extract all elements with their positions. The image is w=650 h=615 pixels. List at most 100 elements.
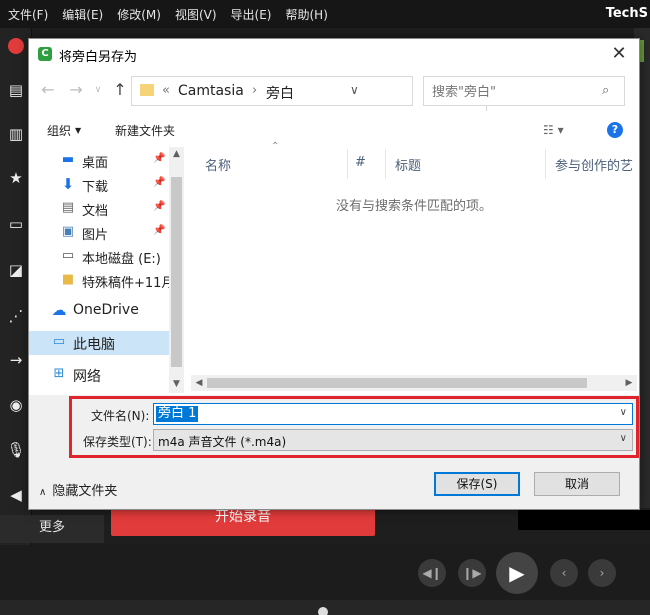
nav-item-network[interactable]: ⊞ 网络 xyxy=(29,363,169,387)
more-tab[interactable]: 更多 xyxy=(0,515,104,543)
save-button[interactable]: 保存(S) xyxy=(434,472,520,496)
cursor-effects-icon[interactable]: ◉ xyxy=(6,395,26,415)
star-icon[interactable]: ★ xyxy=(6,168,26,188)
search-box[interactable]: ⌕ xyxy=(423,76,625,106)
nav-item-pictures[interactable]: ▣ 图片 📌 xyxy=(29,221,169,245)
empty-folder-message: 没有与搜索条件匹配的项。 xyxy=(335,199,492,214)
view-options-icon[interactable]: ☷ ▾ xyxy=(543,123,564,137)
pin-icon: 📌 xyxy=(153,177,166,188)
behaviors-icon[interactable]: ⋰ xyxy=(6,306,26,326)
nav-item-desktop[interactable]: ▬ 桌面 📌 xyxy=(29,149,169,173)
nav-item-downloads[interactable]: ⬇ 下载 📌 xyxy=(29,173,169,197)
recent-locations-chevron-icon[interactable]: ∨ xyxy=(89,81,107,99)
scroll-right-icon[interactable]: ▶ xyxy=(621,375,637,391)
hide-folders-label: 隐藏文件夹 xyxy=(52,484,118,499)
nav-item-this-pc[interactable]: ▭ 此电脑 xyxy=(29,331,169,355)
address-bar[interactable]: « Camtasia › 旁白 ∨ ↻ xyxy=(131,76,508,111)
address-segment-current[interactable]: 旁白 xyxy=(266,83,294,103)
dialog-footer: ∧ 隐藏文件夹 保存(S) 取消 xyxy=(29,471,639,509)
navigation-pane: ▬ 桌面 📌 ⬇ 下载 📌 ▤ 文档 📌 ▣ 图片 📌 ▭ 本地磁盘 (E:) … xyxy=(29,147,184,393)
picture-icon: ▣ xyxy=(61,224,75,239)
nav-item-onedrive[interactable]: ☁ OneDrive xyxy=(29,299,169,323)
menu-edit[interactable]: 编辑(E) xyxy=(62,6,103,23)
document-icon: ▤ xyxy=(61,200,75,215)
nav-item-documents[interactable]: ▤ 文档 📌 xyxy=(29,197,169,221)
nav-item-folder[interactable]: ■ 特殊稿件+11月 xyxy=(29,269,175,293)
nav-item-label: 下载 xyxy=(82,180,109,195)
nav-scrollbar-thumb[interactable] xyxy=(171,177,182,367)
hide-folders-toggle[interactable]: ∧ 隐藏文件夹 xyxy=(39,480,117,499)
filetype-label: 保存类型(T): xyxy=(83,435,152,449)
menu-export[interactable]: 导出(E) xyxy=(231,6,272,23)
navigation-bar: ← → ∨ ↑ « Camtasia › 旁白 ∨ ↻ ⌕ xyxy=(29,72,639,111)
library-icon[interactable]: ▥ xyxy=(6,124,26,144)
nav-item-label: 网络 xyxy=(73,369,101,385)
address-segment-camtasia[interactable]: Camtasia xyxy=(178,83,244,99)
record-icon[interactable] xyxy=(8,38,24,54)
horizontal-scrollbar[interactable]: ◀ ▶ xyxy=(191,375,637,391)
close-button[interactable]: ✕ xyxy=(599,39,639,69)
horizontal-scrollbar-thumb[interactable] xyxy=(207,378,587,388)
up-arrow-icon[interactable]: ↑ xyxy=(111,81,129,99)
menu-modify[interactable]: 修改(M) xyxy=(117,6,161,23)
animations-icon[interactable]: → xyxy=(6,350,26,370)
file-list-pane: ⌃ 名称 # 标题 参与创作的艺 没有与搜索条件匹配的项。 ◀ ▶ xyxy=(189,141,639,393)
new-folder-button[interactable]: 新建文件夹 xyxy=(115,122,175,139)
filename-value[interactable]: 旁白 1 xyxy=(156,406,199,422)
previous-marker-icon[interactable]: ‹ xyxy=(550,559,578,587)
command-toolbar: 组织 ▼ 新建文件夹 ☷ ▾ ? xyxy=(29,115,639,145)
scroll-down-icon[interactable]: ▼ xyxy=(169,377,184,391)
column-divider[interactable] xyxy=(385,149,386,179)
menu-help[interactable]: 帮助(H) xyxy=(285,6,327,23)
zoom-slider-thumb[interactable] xyxy=(318,607,328,615)
scroll-left-icon[interactable]: ◀ xyxy=(191,375,207,391)
menu-file[interactable]: 文件(F) xyxy=(8,6,48,23)
cloud-icon: ☁ xyxy=(51,301,67,319)
column-header-contributing-artists[interactable]: 参与创作的艺 xyxy=(555,155,633,174)
address-separator[interactable]: › xyxy=(252,83,257,98)
chevron-up-icon: ∧ xyxy=(39,487,47,498)
folder-icon xyxy=(140,84,154,96)
nav-scrollbar[interactable]: ▲ ▼ xyxy=(169,147,184,393)
scroll-up-icon[interactable]: ▲ xyxy=(169,147,184,161)
address-dropdown-icon[interactable]: ∨ xyxy=(350,83,359,97)
nav-item-local-disk[interactable]: ▭ 本地磁盘 (E:) xyxy=(29,245,169,269)
menu-view[interactable]: 视图(V) xyxy=(175,6,217,23)
audio-effects-icon[interactable]: ◀ xyxy=(6,485,26,505)
nav-item-label: 特殊稿件+11月 xyxy=(82,276,175,291)
nav-item-label: OneDrive xyxy=(73,302,139,318)
search-icon[interactable]: ⌕ xyxy=(602,83,616,99)
help-icon[interactable]: ? xyxy=(607,122,623,138)
microphone-icon[interactable]: 🎙 xyxy=(6,440,26,460)
annotations-icon[interactable]: ▭ xyxy=(6,214,26,234)
chevron-down-icon[interactable]: ∨ xyxy=(620,433,627,444)
address-overflow[interactable]: « xyxy=(162,83,170,98)
transitions-icon[interactable]: ◪ xyxy=(6,260,26,280)
nav-item-label: 文档 xyxy=(82,204,109,219)
preview-canvas xyxy=(518,510,650,530)
desktop-icon: ▬ xyxy=(61,152,75,167)
network-icon: ⊞ xyxy=(53,366,65,381)
folder-icon: ■ xyxy=(61,272,75,287)
forward-arrow-icon[interactable]: → xyxy=(67,81,85,99)
camtasia-app-icon: C xyxy=(38,47,52,61)
search-input[interactable] xyxy=(432,83,592,101)
column-header-name[interactable]: 名称 xyxy=(205,155,231,174)
step-back-icon[interactable]: ◀❙ xyxy=(418,559,446,587)
app-menubar: 文件(F) 编辑(E) 修改(M) 视图(V) 导出(E) 帮助(H) xyxy=(0,0,650,28)
next-marker-icon[interactable]: › xyxy=(588,559,616,587)
column-divider[interactable] xyxy=(545,149,546,179)
filetype-select[interactable]: m4a 声音文件 (*.m4a) ∨ xyxy=(153,429,633,451)
column-divider[interactable] xyxy=(347,149,348,179)
cancel-button[interactable]: 取消 xyxy=(534,472,620,496)
back-arrow-icon[interactable]: ← xyxy=(39,81,57,99)
step-forward-icon[interactable]: ❙▶ xyxy=(458,559,486,587)
chevron-down-icon[interactable]: ∨ xyxy=(620,407,627,418)
organize-menu[interactable]: 组织 ▼ xyxy=(47,122,81,139)
filename-input[interactable]: 旁白 1 ∨ xyxy=(153,403,633,425)
column-header-title[interactable]: 标题 xyxy=(395,155,421,174)
play-icon[interactable]: ▶ xyxy=(496,552,538,594)
column-header-number[interactable]: # xyxy=(355,155,366,170)
nav-item-label: 桌面 xyxy=(82,156,109,171)
media-bin-icon[interactable]: ▤ xyxy=(6,80,26,100)
